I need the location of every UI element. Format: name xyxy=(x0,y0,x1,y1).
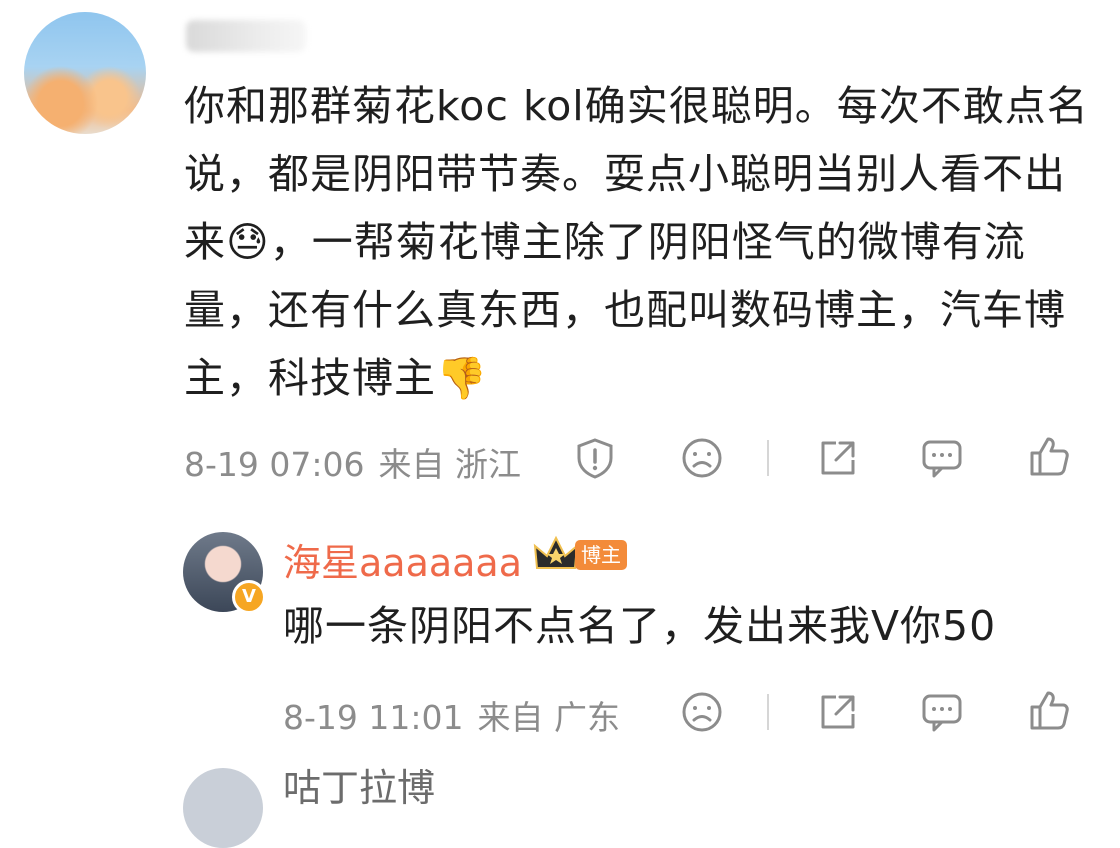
dislike-face-icon[interactable] xyxy=(680,436,724,480)
comment-source: 来自 浙江 xyxy=(378,445,522,484)
comment-icon[interactable] xyxy=(920,436,964,480)
commenter-username-blurred[interactable] xyxy=(186,20,306,52)
comment-icon[interactable] xyxy=(920,690,964,734)
like-icon[interactable] xyxy=(1027,434,1071,478)
comment-date: 8-19 07:06 xyxy=(184,445,365,484)
share-icon[interactable] xyxy=(816,690,860,734)
reply-text: 哪一条阴阳不点名了，发出来我V你50 xyxy=(283,602,997,650)
crown-icon xyxy=(533,534,579,574)
next-replier-avatar[interactable] xyxy=(183,768,263,848)
commenter-avatar[interactable] xyxy=(24,12,146,134)
report-icon[interactable] xyxy=(573,436,617,480)
reply-date: 8-19 11:01 xyxy=(283,698,464,737)
next-replier-username[interactable]: 咕丁拉博 xyxy=(283,768,435,808)
comment-meta: 8-19 07:06 来自 浙江 xyxy=(184,438,535,486)
share-icon[interactable] xyxy=(816,436,860,480)
verified-badge-icon: V xyxy=(232,580,266,614)
like-icon[interactable] xyxy=(1027,688,1071,732)
dislike-face-icon[interactable] xyxy=(680,690,724,734)
comment-text: 你和那群菊花koc kol确实很聪明。每次不敢点名说，都是阴阳带节奏。耍点小聪明… xyxy=(184,82,1089,402)
reply-meta: 8-19 11:01 来自 广东 xyxy=(283,691,634,739)
blogger-badge: 博主 xyxy=(575,540,627,570)
meta-divider xyxy=(767,694,769,730)
meta-divider xyxy=(767,440,769,476)
reply-source: 来自 广东 xyxy=(477,698,621,737)
replier-username[interactable]: 海星aaaaaaa xyxy=(283,532,522,587)
